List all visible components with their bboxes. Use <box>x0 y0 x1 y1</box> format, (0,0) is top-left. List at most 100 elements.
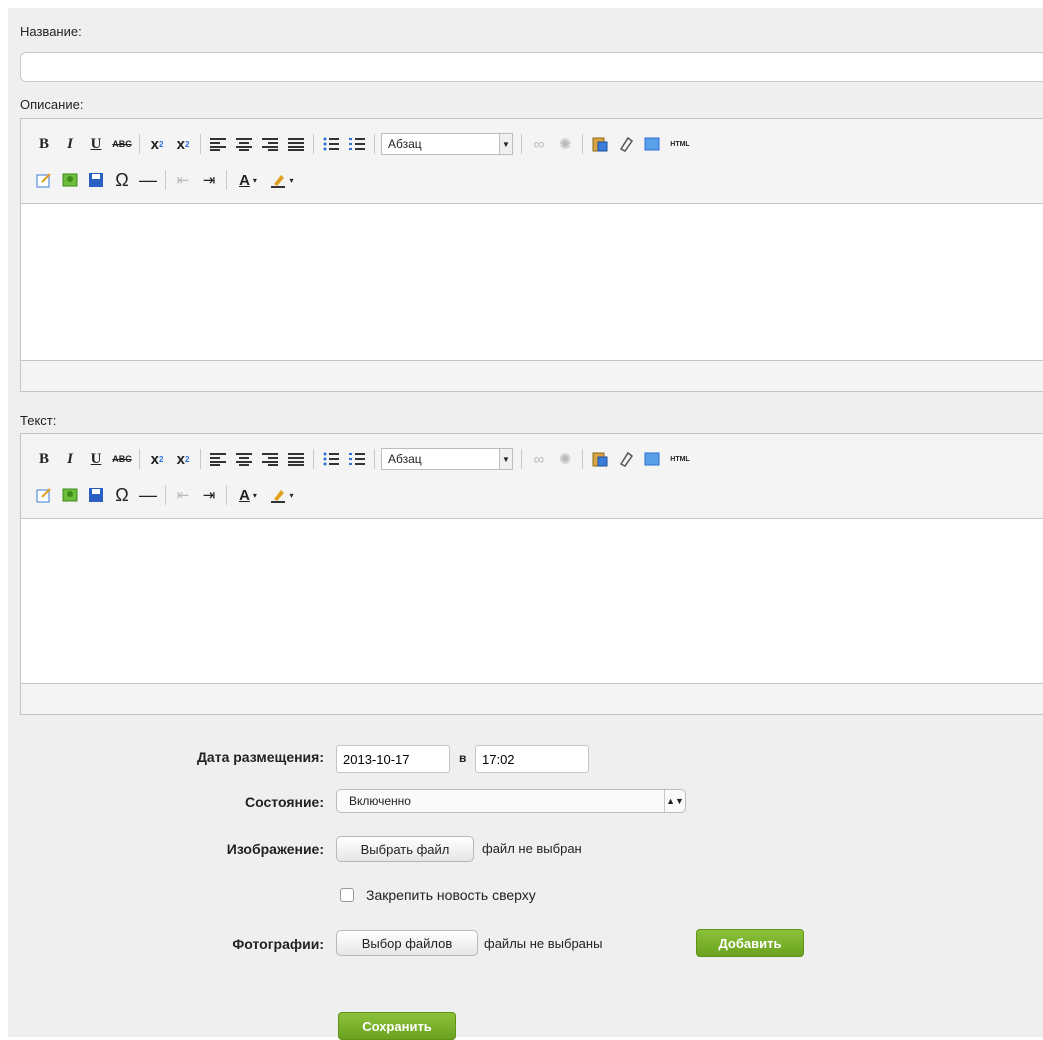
publish-date-label: Дата размещения: <box>196 749 324 765</box>
numbered-list-icon[interactable] <box>346 448 368 470</box>
omega-icon[interactable]: Ω <box>111 484 133 506</box>
select-arrows-icon: ▲▼ <box>664 790 685 812</box>
format-select-value: Абзац <box>388 137 422 151</box>
toolbar-separator <box>374 449 375 469</box>
choose-files-button[interactable]: Выбор файлов <box>336 930 478 956</box>
omega-icon[interactable]: Ω <box>111 169 133 191</box>
choose-file-button[interactable]: Выбрать файл <box>336 836 474 862</box>
insert-image-icon[interactable] <box>59 169 81 191</box>
toolbar-separator <box>582 134 583 154</box>
description-label: Описание: <box>20 97 84 112</box>
indent-icon[interactable]: ⇥ <box>198 484 220 506</box>
form-panel: Название: Описание: B I U ABC x2 x2 Абза… <box>8 8 1043 1040</box>
image-icon[interactable] <box>641 448 663 470</box>
italic-icon[interactable]: I <box>59 448 81 470</box>
toolbar-separator <box>582 449 583 469</box>
at-label: в <box>459 751 467 765</box>
state-select[interactable]: Включенно ▲▼ <box>336 789 686 813</box>
horizontal-rule-icon[interactable]: — <box>137 484 159 506</box>
image-icon[interactable] <box>641 133 663 155</box>
align-right-icon[interactable] <box>259 133 281 155</box>
paste-word-icon[interactable] <box>589 133 611 155</box>
edit-icon[interactable] <box>33 169 55 191</box>
publish-date-input[interactable] <box>336 745 450 773</box>
title-input[interactable] <box>20 52 1043 82</box>
save-button[interactable]: Сохранить <box>338 1012 456 1040</box>
description-editor: B I U ABC x2 x2 Абзац ▼ ∞ ✺ HTML Ω — ⇤ ⇥… <box>20 118 1043 392</box>
bullet-list-icon[interactable] <box>320 448 342 470</box>
toolbar-separator <box>226 485 227 505</box>
format-select[interactable]: Абзац ▼ <box>381 448 513 470</box>
link-icon[interactable]: ∞ <box>528 133 550 155</box>
state-label: Состояние: <box>245 794 324 810</box>
toolbar-separator <box>226 170 227 190</box>
toolbar-separator <box>521 134 522 154</box>
underline-icon[interactable]: U <box>85 133 107 155</box>
text-toolbar: B I U ABC x2 x2 Абзац ▼ ∞ ✺ HTML Ω — ⇤ ⇥… <box>21 434 1043 519</box>
toolbar-separator <box>139 449 140 469</box>
align-justify-icon[interactable] <box>285 133 307 155</box>
toolbar-row-1: B I U ABC x2 x2 Абзац ▼ ∞ ✺ HTML <box>33 444 697 474</box>
toolbar-row-2: Ω — ⇤ ⇥ A ▾ ▾ <box>33 480 301 510</box>
cleanup-icon[interactable] <box>615 133 637 155</box>
edit-icon[interactable] <box>33 484 55 506</box>
link-icon[interactable]: ∞ <box>528 448 550 470</box>
subscript-icon[interactable]: x2 <box>146 133 168 155</box>
align-right-icon[interactable] <box>259 448 281 470</box>
align-justify-icon[interactable] <box>285 448 307 470</box>
text-editor-area[interactable] <box>21 519 1043 684</box>
toolbar-separator <box>165 170 166 190</box>
horizontal-rule-icon[interactable]: — <box>137 169 159 191</box>
cleanup-icon[interactable] <box>615 448 637 470</box>
outdent-icon[interactable]: ⇤ <box>172 484 194 506</box>
html-icon[interactable]: HTML <box>667 133 693 155</box>
highlight-icon[interactable]: ▾ <box>267 484 297 506</box>
toolbar-separator <box>313 134 314 154</box>
paste-word-icon[interactable] <box>589 448 611 470</box>
bold-icon[interactable]: B <box>33 448 55 470</box>
insert-image-icon[interactable] <box>59 484 81 506</box>
save-icon[interactable] <box>85 169 107 191</box>
description-toolbar: B I U ABC x2 x2 Абзац ▼ ∞ ✺ HTML Ω — ⇤ ⇥… <box>21 119 1043 204</box>
align-left-icon[interactable] <box>207 133 229 155</box>
chevron-down-icon: ▼ <box>499 134 512 154</box>
bold-icon[interactable]: B <box>33 133 55 155</box>
toolbar-separator <box>200 134 201 154</box>
description-editor-area[interactable] <box>21 204 1043 361</box>
toolbar-separator <box>139 134 140 154</box>
align-center-icon[interactable] <box>233 133 255 155</box>
subscript-icon[interactable]: x2 <box>146 448 168 470</box>
chevron-down-icon: ▼ <box>499 449 512 469</box>
toolbar-separator <box>374 134 375 154</box>
save-icon[interactable] <box>85 484 107 506</box>
text-color-icon[interactable]: A ▾ <box>233 484 263 506</box>
superscript-icon[interactable]: x2 <box>172 133 194 155</box>
format-select[interactable]: Абзац ▼ <box>381 133 513 155</box>
italic-icon[interactable]: I <box>59 133 81 155</box>
indent-icon[interactable]: ⇥ <box>198 169 220 191</box>
image-file-status: файл не выбран <box>482 841 582 856</box>
align-center-icon[interactable] <box>233 448 255 470</box>
text-color-icon[interactable]: A ▾ <box>233 169 263 191</box>
html-icon[interactable]: HTML <box>667 448 693 470</box>
align-left-icon[interactable] <box>207 448 229 470</box>
numbered-list-icon[interactable] <box>346 133 368 155</box>
photos-label: Фотографии: <box>232 936 324 952</box>
outdent-icon[interactable]: ⇤ <box>172 169 194 191</box>
underline-icon[interactable]: U <box>85 448 107 470</box>
bullet-list-icon[interactable] <box>320 133 342 155</box>
format-select-value: Абзац <box>388 452 422 466</box>
toolbar-separator <box>521 449 522 469</box>
unlink-icon[interactable]: ✺ <box>554 133 576 155</box>
pin-news-label: Закрепить новость сверху <box>366 887 536 903</box>
publish-time-input[interactable] <box>475 745 589 773</box>
superscript-icon[interactable]: x2 <box>172 448 194 470</box>
strikethrough-icon[interactable]: ABC <box>111 133 133 155</box>
unlink-icon[interactable]: ✺ <box>554 448 576 470</box>
toolbar-separator <box>200 449 201 469</box>
highlight-icon[interactable]: ▾ <box>267 169 297 191</box>
state-select-value: Включенно <box>349 794 411 808</box>
pin-news-checkbox[interactable] <box>340 888 354 902</box>
strikethrough-icon[interactable]: ABC <box>111 448 133 470</box>
add-button[interactable]: Добавить <box>696 929 804 957</box>
